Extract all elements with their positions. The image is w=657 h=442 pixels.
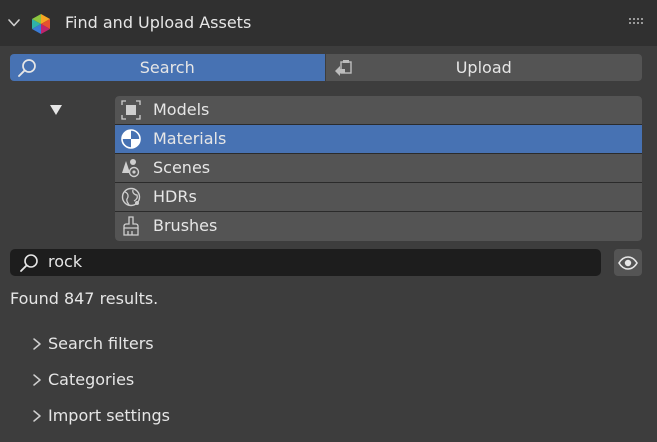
asset-type-brushes[interactable]: Brushes xyxy=(115,212,642,241)
section-search-filters[interactable]: Search filters xyxy=(30,332,630,356)
scene-icon xyxy=(122,159,140,178)
chevron-right-icon xyxy=(33,374,41,386)
search-input[interactable] xyxy=(48,252,588,271)
section-import-settings[interactable]: Import settings xyxy=(30,404,630,428)
tab-label: Search xyxy=(139,58,195,77)
asset-type-scenes[interactable]: Scenes xyxy=(115,154,642,182)
search-icon xyxy=(18,59,36,77)
preview-toggle-button[interactable] xyxy=(614,249,642,276)
drag-grip-icon[interactable] xyxy=(628,16,644,26)
material-icon xyxy=(121,129,141,149)
search-field[interactable] xyxy=(10,249,601,276)
chevron-right-icon xyxy=(33,410,41,422)
eye-icon xyxy=(618,256,638,270)
section-categories[interactable]: Categories xyxy=(30,368,630,392)
search-icon xyxy=(20,254,38,272)
upload-icon xyxy=(334,60,352,76)
asset-type-hdrs[interactable]: HDRs xyxy=(115,183,642,211)
results-count: Found 847 results. xyxy=(10,289,159,308)
mode-tabs: Search Upload xyxy=(10,54,642,81)
panel-title: Find and Upload Assets xyxy=(65,13,252,32)
world-icon xyxy=(121,187,141,207)
blenderkit-logo-icon xyxy=(32,14,50,34)
tab-label: Upload xyxy=(455,58,512,77)
tab-search[interactable]: Search xyxy=(10,54,325,81)
panel-header[interactable]: Find and Upload Assets xyxy=(0,0,657,46)
asset-type-materials[interactable]: Materials xyxy=(115,125,642,153)
chevron-down-icon[interactable] xyxy=(6,15,22,31)
asset-type-list: Models Materials Scenes HDRs Brushes xyxy=(115,96,642,241)
asset-type-models[interactable]: Models xyxy=(115,96,642,124)
brush-icon xyxy=(123,216,139,236)
chevron-right-icon xyxy=(33,338,41,350)
expand-triangle-icon[interactable] xyxy=(49,104,63,116)
model-icon xyxy=(121,100,141,120)
tab-upload[interactable]: Upload xyxy=(325,54,642,81)
